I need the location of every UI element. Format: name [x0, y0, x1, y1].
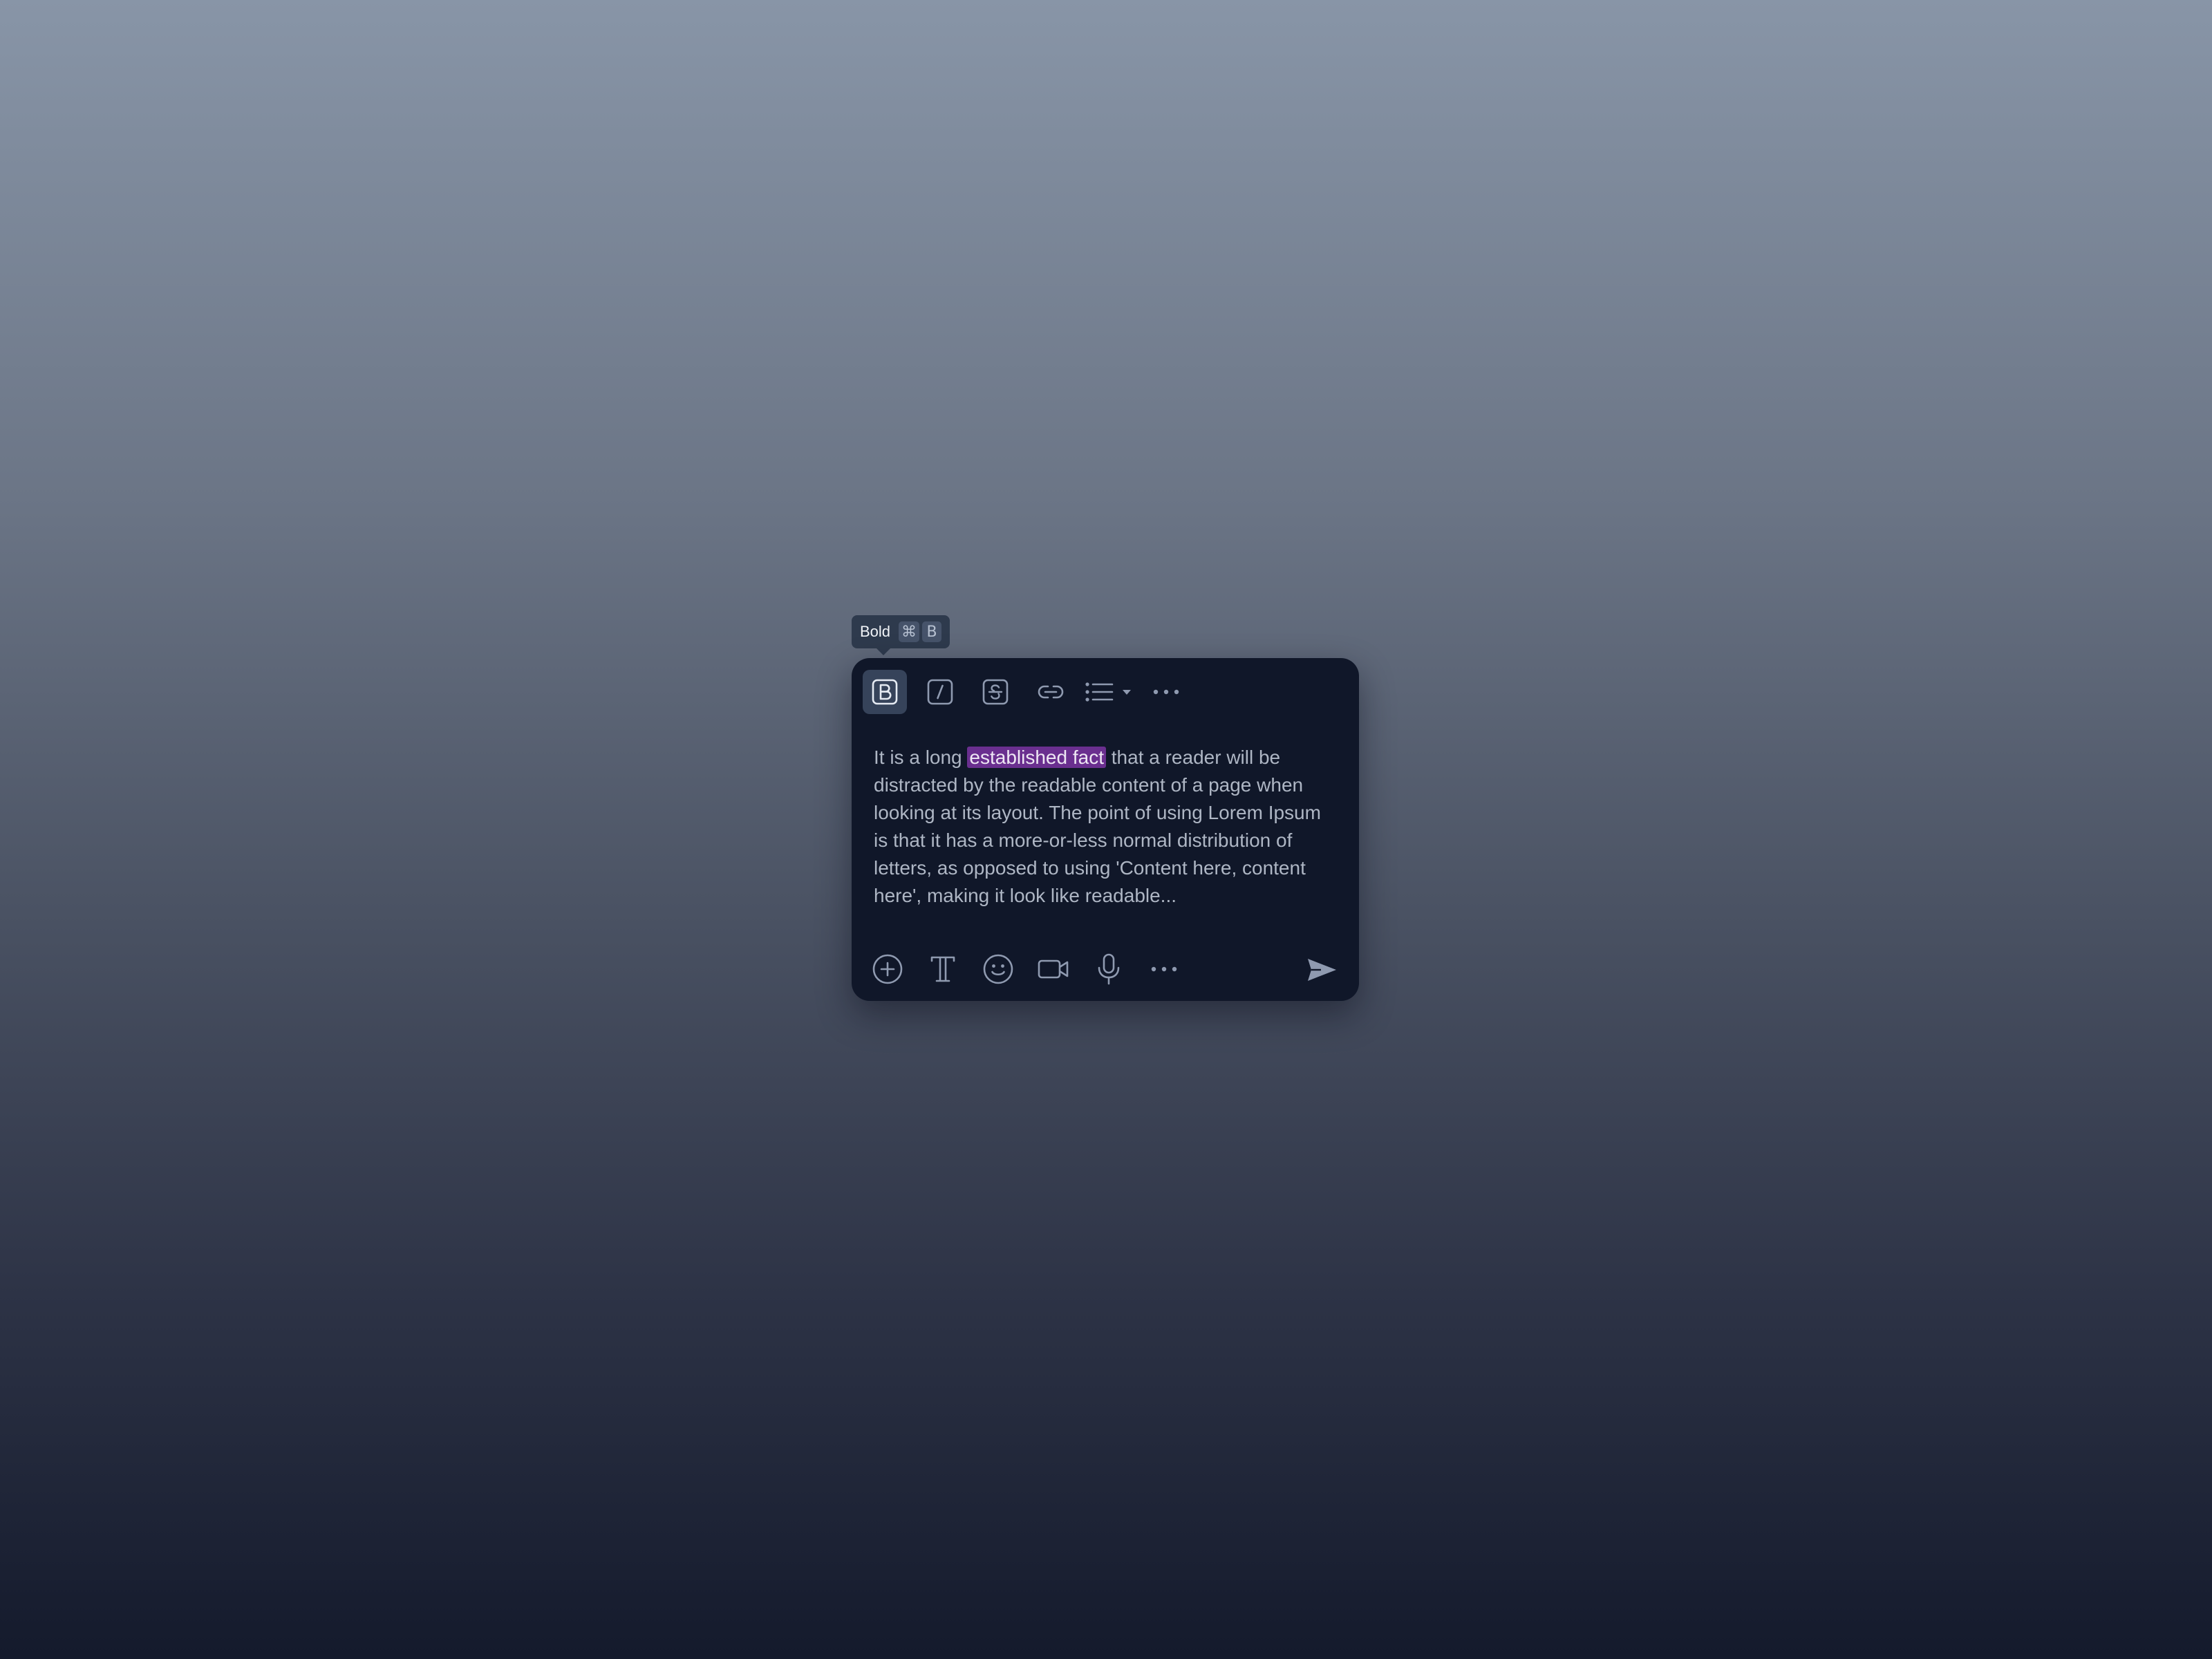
- text-format-icon: [930, 956, 955, 982]
- selected-text: established fact: [967, 747, 1106, 768]
- italic-icon: [927, 679, 953, 705]
- command-key: ⌘: [899, 621, 920, 642]
- text-format-button[interactable]: [924, 950, 962, 988]
- composer-actions: [868, 948, 1200, 990]
- tooltip-label: Bold: [860, 623, 891, 640]
- more-horizontal-icon: [1153, 689, 1179, 695]
- strikethrough-icon: [982, 679, 1009, 705]
- more-formatting-button[interactable]: [1149, 670, 1183, 714]
- microphone-icon: [1098, 953, 1120, 985]
- smiley-icon: [983, 954, 1013, 984]
- b-key: B: [922, 621, 942, 642]
- bold-icon: [872, 679, 898, 705]
- message-composer: It is a long established fact that a rea…: [852, 658, 1359, 1001]
- message-editor[interactable]: It is a long established fact that a rea…: [874, 744, 1337, 910]
- strikethrough-button[interactable]: [973, 670, 1018, 714]
- send-icon: [1308, 959, 1336, 981]
- editor-text-before: It is a long: [874, 747, 968, 768]
- link-button[interactable]: [1029, 670, 1073, 714]
- italic-button[interactable]: [918, 670, 962, 714]
- attach-button[interactable]: [868, 950, 907, 988]
- emoji-button[interactable]: [979, 950, 1018, 988]
- bold-button[interactable]: [863, 670, 907, 714]
- bold-tooltip: Bold ⌘ B: [852, 615, 950, 655]
- video-button[interactable]: [1034, 950, 1073, 988]
- video-camera-icon: [1038, 959, 1069, 979]
- editor-text-after: that a reader will be distracted by the …: [874, 747, 1321, 906]
- tooltip-shortcut: ⌘ B: [899, 621, 942, 642]
- bulleted-list-icon: [1085, 682, 1114, 702]
- more-actions-button[interactable]: [1145, 950, 1183, 988]
- plus-circle-icon: [872, 954, 903, 984]
- list-button[interactable]: [1084, 670, 1136, 714]
- microphone-button[interactable]: [1089, 950, 1128, 988]
- link-icon: [1038, 685, 1064, 699]
- formatting-toolbar: [863, 669, 1183, 715]
- send-button[interactable]: [1302, 951, 1341, 988]
- more-horizontal-icon: [1151, 966, 1177, 972]
- chevron-down-icon: [1123, 690, 1131, 695]
